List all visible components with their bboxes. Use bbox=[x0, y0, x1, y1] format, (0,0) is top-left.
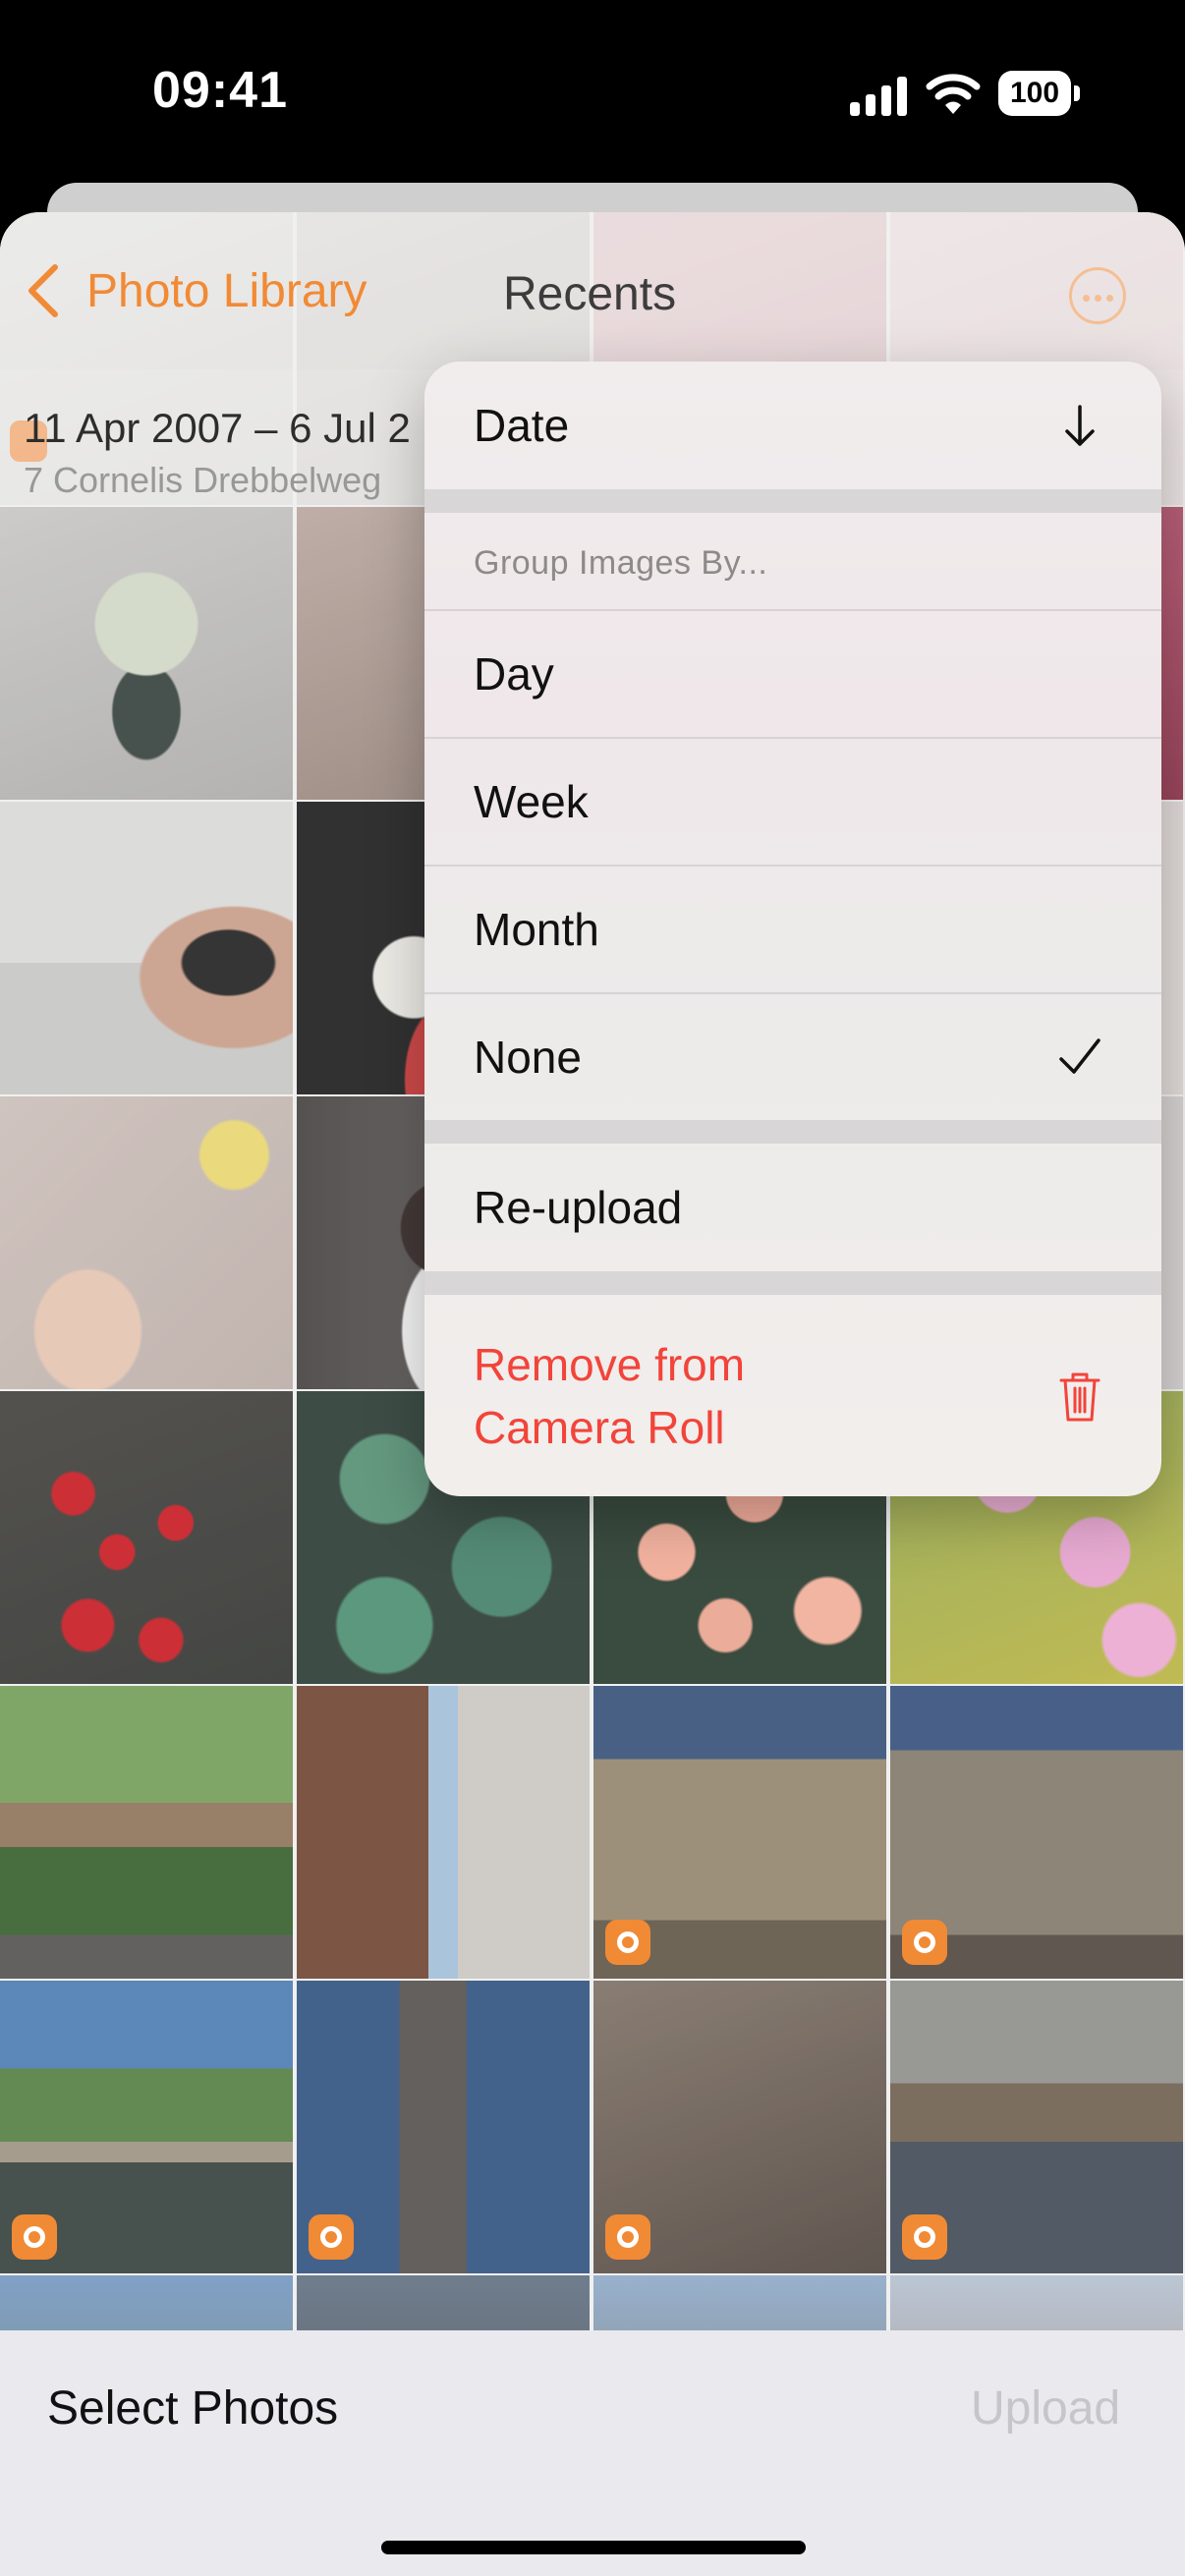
menu-separator bbox=[424, 1271, 1161, 1295]
context-menu: Date Group Images By... Day Week Month N… bbox=[424, 362, 1161, 1496]
menu-item-group-month[interactable]: Month bbox=[424, 865, 1161, 992]
wifi-icon bbox=[926, 74, 981, 114]
status-time: 09:41 bbox=[152, 62, 288, 119]
menu-item-remove-from-camera-roll[interactable]: Remove from Camera Roll bbox=[424, 1295, 1161, 1496]
menu-item-group-day[interactable]: Day bbox=[424, 609, 1161, 737]
upload-button[interactable]: Upload bbox=[971, 2381, 1120, 2436]
menu-section-header: Group Images By... bbox=[424, 513, 1161, 609]
checkmark-icon bbox=[1059, 1038, 1100, 1074]
status-bar: 09:41 100 bbox=[0, 0, 1185, 187]
menu-item-label: Day bbox=[474, 648, 554, 700]
menu-item-reupload[interactable]: Re-upload bbox=[424, 1144, 1161, 1271]
arrow-down-icon bbox=[1065, 405, 1095, 446]
menu-item-sort-date[interactable]: Date bbox=[424, 362, 1161, 489]
menu-item-label: Remove from Camera Roll bbox=[474, 1333, 745, 1459]
remove-label-line1: Remove from bbox=[474, 1338, 746, 1390]
menu-item-label: Re-upload bbox=[474, 1182, 683, 1233]
menu-item-group-none[interactable]: None bbox=[424, 992, 1161, 1120]
menu-item-label: Week bbox=[474, 776, 589, 827]
remove-label-line2: Camera Roll bbox=[474, 1401, 725, 1453]
menu-separator bbox=[424, 1120, 1161, 1144]
battery-icon: 100 bbox=[998, 71, 1081, 116]
menu-item-label: None bbox=[474, 1032, 582, 1083]
menu-item-label: Month bbox=[474, 904, 599, 955]
battery-level: 100 bbox=[998, 71, 1071, 116]
bottom-toolbar: Select Photos Upload bbox=[0, 2330, 1185, 2576]
home-indicator bbox=[381, 2541, 806, 2554]
cellular-signal-icon bbox=[850, 77, 907, 116]
group-by-header: Group Images By... bbox=[474, 544, 768, 582]
trash-icon bbox=[1059, 1372, 1100, 1421]
menu-separator bbox=[424, 489, 1161, 513]
menu-item-label: Date bbox=[474, 400, 570, 451]
menu-item-group-week[interactable]: Week bbox=[424, 737, 1161, 865]
select-photos-button[interactable]: Select Photos bbox=[47, 2381, 338, 2436]
